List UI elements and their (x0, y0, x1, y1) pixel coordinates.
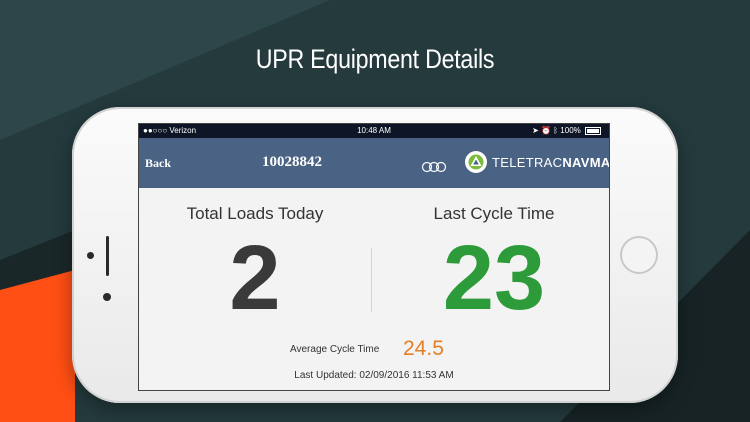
last-updated-text: Last Updated: 02/09/2016 11:53 AM (294, 370, 454, 381)
logo-text-navman: NAVMAN (562, 154, 609, 170)
page-headline: UPR Equipment Details (255, 44, 495, 74)
status-bar: ●●○○○ Verizon 10:48 AM ➤ ⏰ ᛒ 100% (139, 124, 609, 138)
average-cycle-label: Average Cycle Time (290, 344, 380, 355)
logo-mark-icon (465, 151, 487, 173)
average-cycle-value: 24.5 (403, 337, 444, 360)
linked-rings-icon[interactable] (421, 160, 447, 178)
logo-text-teletrac: TELETRAC (492, 154, 563, 170)
equipment-id-title: 10028842 (262, 154, 322, 170)
phone-speaker (106, 236, 109, 276)
phone-camera (87, 252, 94, 259)
status-right: ➤ ⏰ ᛒ 100% (532, 124, 601, 138)
teletrac-navman-logo: TELETRACNAVMAN (465, 150, 609, 174)
total-loads-label: Total Loads Today (186, 204, 324, 223)
nav-bar: Back 10028842 TELETRACNAVMAN (139, 138, 609, 188)
back-button[interactable]: Back (145, 156, 171, 171)
total-loads-value: 2 (229, 227, 281, 329)
app-screen: ●●○○○ Verizon 10:48 AM ➤ ⏰ ᛒ 100% Back 1… (138, 123, 610, 391)
logo-text: TELETRACNAVMAN (492, 155, 609, 170)
stats-divider (371, 248, 372, 312)
last-cycle-label: Last Cycle Time (433, 204, 555, 223)
alarm-icon: ⏰ (541, 126, 552, 135)
last-cycle-value: 23 (442, 227, 546, 329)
bluetooth-icon: ᛒ (553, 126, 559, 135)
battery-icon (585, 126, 601, 135)
home-button[interactable] (620, 236, 658, 274)
location-icon: ➤ (532, 126, 539, 135)
battery-percent: 100% (560, 126, 581, 135)
phone-sensor (103, 293, 111, 301)
